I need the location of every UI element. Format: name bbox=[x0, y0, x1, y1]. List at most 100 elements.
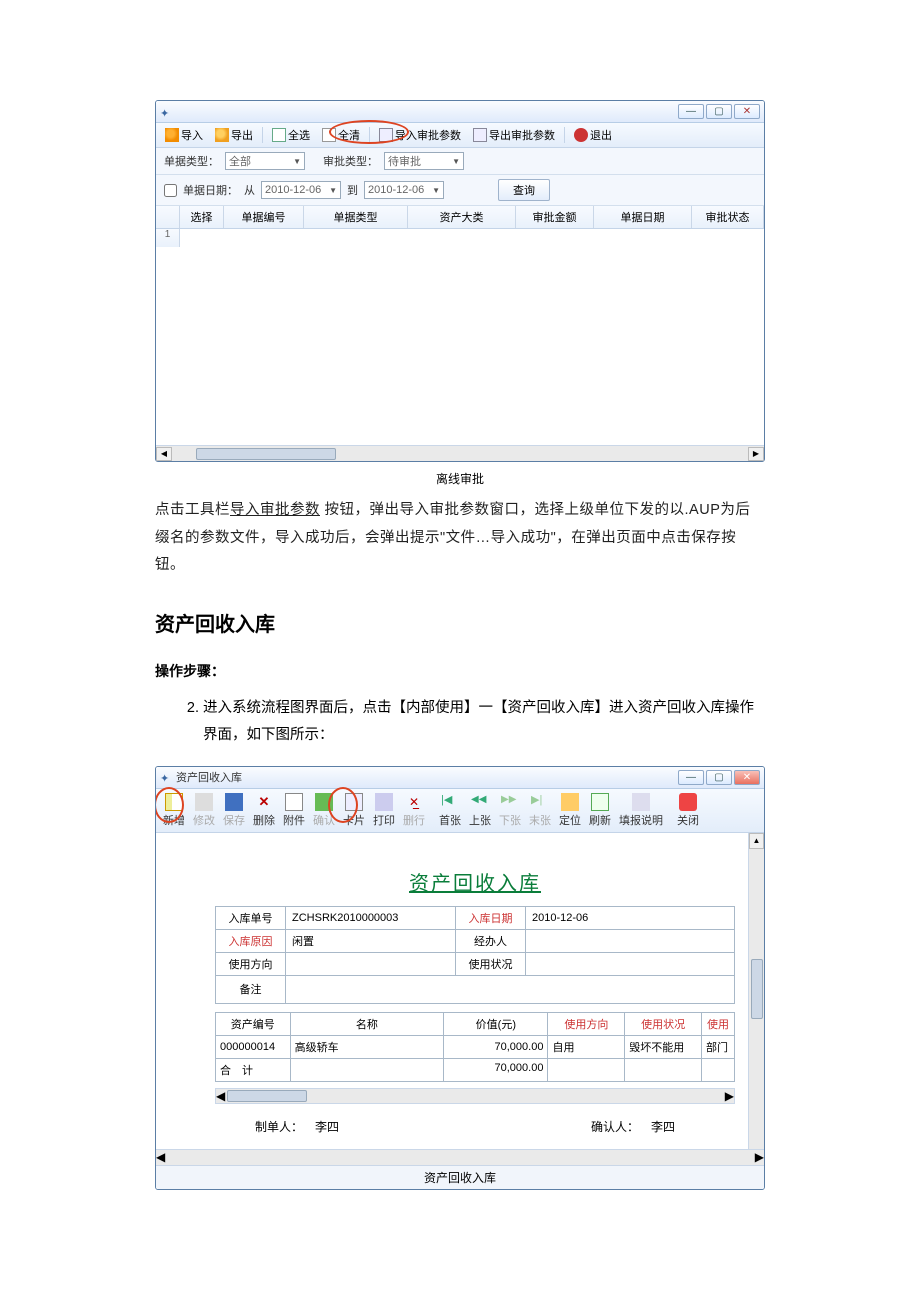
export-params-button[interactable]: 导出审批参数 bbox=[470, 126, 558, 144]
horizontal-scrollbar[interactable]: ◀ ▶ bbox=[156, 445, 764, 461]
scroll-thumb[interactable] bbox=[227, 1090, 307, 1102]
to-date-input[interactable]: 2010-12-06▼ bbox=[364, 181, 444, 199]
col-approve-amt[interactable]: 审批金额 bbox=[516, 206, 594, 228]
prev-button[interactable]: 上张 bbox=[466, 792, 494, 829]
scroll-up-icon[interactable]: ▲ bbox=[749, 833, 764, 849]
new-button[interactable]: 新增 bbox=[160, 792, 188, 829]
export-button[interactable]: 导出 bbox=[212, 126, 256, 144]
window-title: 资产回收入库 bbox=[176, 769, 242, 785]
close-button[interactable]: ✕ bbox=[734, 770, 760, 785]
minimize-button[interactable]: — bbox=[678, 104, 704, 119]
scroll-left-icon[interactable]: ◀ bbox=[156, 447, 172, 461]
scroll-thumb[interactable] bbox=[196, 448, 336, 460]
grid-header: 选择 单据编号 单据类型 资产大类 审批金额 单据日期 审批状态 bbox=[156, 206, 764, 229]
attachment-button[interactable]: 附件 bbox=[280, 792, 308, 829]
status-bar: 资产回收入库 bbox=[156, 1165, 764, 1189]
next-button[interactable]: 下张 bbox=[496, 792, 524, 829]
scroll-right-icon[interactable]: ▶ bbox=[755, 1150, 764, 1164]
clearall-label: 全清 bbox=[338, 127, 360, 143]
selectall-button[interactable]: 全选 bbox=[269, 126, 313, 144]
close-button[interactable]: 关闭 bbox=[674, 792, 702, 829]
scroll-thumb[interactable] bbox=[751, 959, 763, 1019]
th-name[interactable]: 名称 bbox=[290, 1012, 444, 1035]
help-button[interactable]: 填报说明 bbox=[616, 792, 666, 829]
card-button[interactable]: 卡片 bbox=[340, 792, 368, 829]
direction-label: 使用方向 bbox=[216, 952, 286, 975]
maker-label: 制单人： bbox=[255, 1118, 303, 1135]
figure-caption: 离线审批 bbox=[155, 470, 765, 487]
window-controls: — ▢ ✕ bbox=[678, 104, 760, 119]
scroll-left-icon[interactable]: ◀ bbox=[216, 1089, 225, 1103]
delete-row-icon bbox=[405, 793, 423, 811]
save-button[interactable]: 保存 bbox=[220, 792, 248, 829]
step-item: 进入系统流程图界面后，点击【内部使用】一【资产回收入库】进入资产回收入库操作界面… bbox=[203, 695, 765, 750]
asset-grid: 资产编号 名称 价值(元) 使用方向 使用状况 使用 000000014 高级轿… bbox=[215, 1012, 735, 1082]
close-button[interactable]: ✕ bbox=[734, 104, 760, 119]
doc-date-checkbox[interactable] bbox=[164, 184, 177, 197]
modify-button[interactable]: 修改 bbox=[190, 792, 218, 829]
print-icon bbox=[375, 793, 393, 811]
col-approve-status[interactable]: 审批状态 bbox=[692, 206, 764, 228]
th-direction[interactable]: 使用方向 bbox=[548, 1012, 625, 1035]
signature-row: 制单人： 李四 确认人： 李四 bbox=[215, 1118, 735, 1135]
th-status[interactable]: 使用状况 bbox=[625, 1012, 702, 1035]
import-icon bbox=[165, 128, 179, 142]
scroll-right-icon[interactable]: ▶ bbox=[748, 447, 764, 461]
grid-hscroll[interactable]: ◀ ▶ bbox=[215, 1088, 735, 1104]
in-date-value[interactable]: 2010-12-06 bbox=[526, 906, 735, 929]
delete-button[interactable]: 删除 bbox=[250, 792, 278, 829]
col-asset-cat[interactable]: 资产大类 bbox=[408, 206, 516, 228]
help-icon bbox=[632, 793, 650, 811]
exit-button[interactable]: 退出 bbox=[571, 126, 615, 144]
import-params-button[interactable]: 导入审批参数 bbox=[376, 126, 464, 144]
prev-icon bbox=[471, 793, 489, 811]
confirm-button[interactable]: 确认 bbox=[310, 792, 338, 829]
col-doc-no[interactable]: 单据编号 bbox=[224, 206, 304, 228]
query-button[interactable]: 查询 bbox=[498, 179, 550, 201]
from-date-input[interactable]: 2010-12-06▼ bbox=[261, 181, 341, 199]
th-user[interactable]: 使用 bbox=[702, 1012, 735, 1035]
exit-label: 退出 bbox=[590, 127, 612, 143]
maker-value: 李四 bbox=[315, 1118, 339, 1135]
in-no-label: 入库单号 bbox=[216, 906, 286, 929]
clearall-icon bbox=[322, 128, 336, 142]
handler-value[interactable] bbox=[526, 929, 735, 952]
remark-value[interactable] bbox=[286, 975, 735, 1003]
exit-icon bbox=[574, 128, 588, 142]
approvetype-select[interactable]: 待审批▼ bbox=[384, 152, 464, 170]
th-asset-no[interactable]: 资产编号 bbox=[216, 1012, 291, 1035]
clearall-button[interactable]: 全清 bbox=[319, 126, 363, 144]
scroll-right-icon[interactable]: ▶ bbox=[725, 1089, 734, 1103]
scroll-left-icon[interactable]: ◀ bbox=[156, 1150, 165, 1164]
maximize-button[interactable]: ▢ bbox=[706, 104, 732, 119]
window-controls: — ▢ ✕ bbox=[678, 770, 760, 785]
form-table: 入库单号 ZCHSRK2010000003 入库日期 2010-12-06 入库… bbox=[215, 906, 735, 1004]
window-hscroll[interactable]: ◀ ▶ bbox=[156, 1149, 764, 1165]
chevron-down-icon: ▼ bbox=[329, 186, 337, 195]
first-button[interactable]: 首张 bbox=[436, 792, 464, 829]
save-icon bbox=[225, 793, 243, 811]
col-select[interactable]: 选择 bbox=[180, 206, 224, 228]
delete-row-button[interactable]: 删行 bbox=[400, 792, 428, 829]
table-row[interactable]: 000000014 高级轿车 70,000.00 自用 毁坏不能用 部门 bbox=[216, 1035, 735, 1058]
col-doc-type[interactable]: 单据类型 bbox=[304, 206, 408, 228]
asset-recycle-window: 资产回收入库 — ▢ ✕ 新增 修改 保存 删除 附件 确认 卡片 打印 删行 … bbox=[155, 766, 765, 1190]
in-no-value[interactable]: ZCHSRK2010000003 bbox=[286, 906, 456, 929]
refresh-button[interactable]: 刷新 bbox=[586, 792, 614, 829]
reason-value[interactable]: 闲置 bbox=[286, 929, 456, 952]
titlebar: — ▢ ✕ bbox=[156, 101, 764, 123]
locate-button[interactable]: 定位 bbox=[556, 792, 584, 829]
print-button[interactable]: 打印 bbox=[370, 792, 398, 829]
next-icon bbox=[501, 793, 519, 811]
vertical-scrollbar[interactable]: ▲ bbox=[748, 833, 764, 1149]
maximize-button[interactable]: ▢ bbox=[706, 770, 732, 785]
th-value[interactable]: 价值(元) bbox=[444, 1012, 548, 1035]
import-label: 导入 bbox=[181, 127, 203, 143]
minimize-button[interactable]: — bbox=[678, 770, 704, 785]
status-value[interactable] bbox=[526, 952, 735, 975]
import-button[interactable]: 导入 bbox=[162, 126, 206, 144]
last-button[interactable]: 末张 bbox=[526, 792, 554, 829]
col-doc-date[interactable]: 单据日期 bbox=[594, 206, 692, 228]
doctype-select[interactable]: 全部▼ bbox=[225, 152, 305, 170]
direction-value[interactable] bbox=[286, 952, 456, 975]
